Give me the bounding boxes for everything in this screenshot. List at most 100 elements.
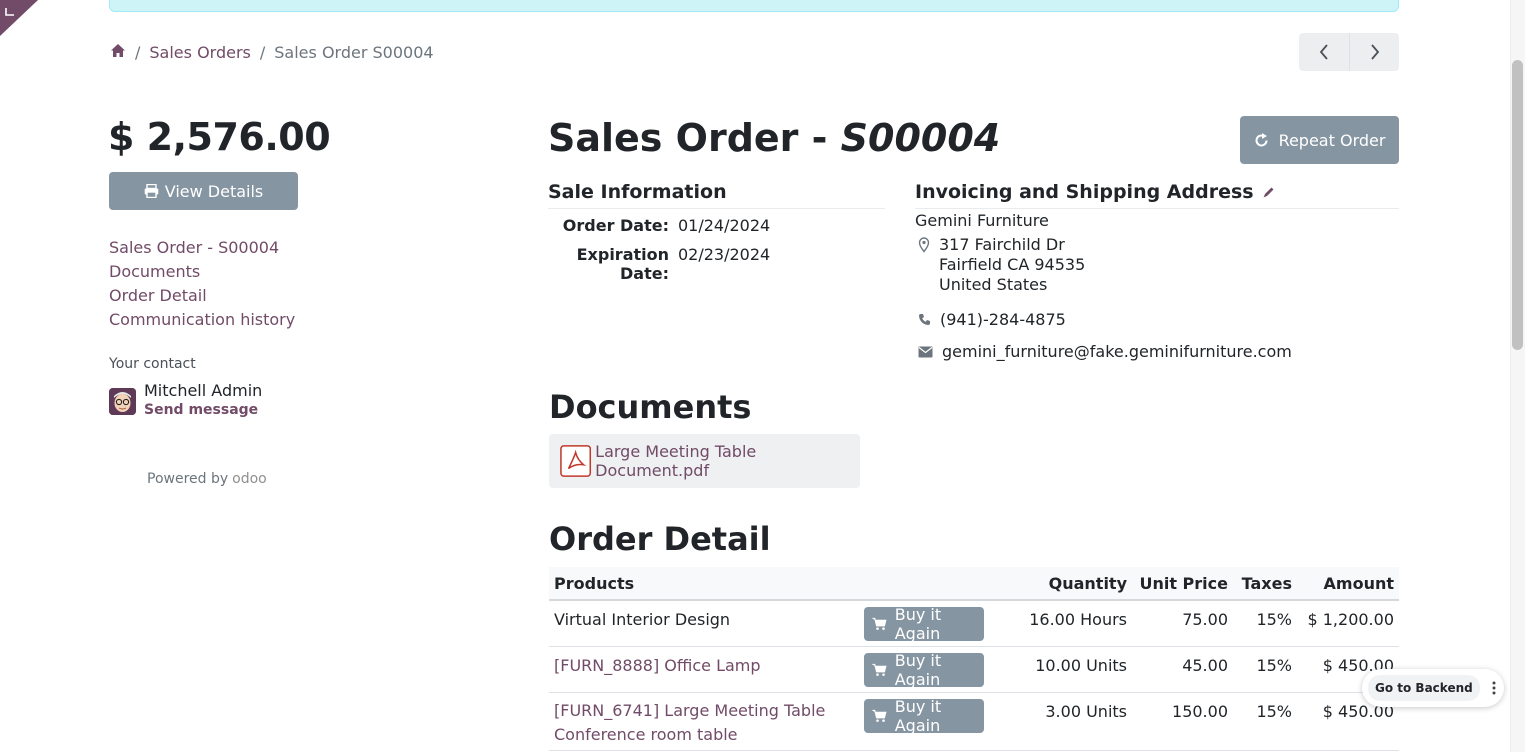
tax-value: 15% (1233, 646, 1297, 693)
unit-price-value: 45.00 (1132, 646, 1233, 693)
scrollbar-thumb[interactable] (1512, 60, 1523, 350)
pencil-icon[interactable] (1262, 186, 1275, 199)
buy-again-button[interactable]: Buy it Again (864, 696, 984, 735)
record-pager (1299, 33, 1399, 71)
breadcrumb-separator: / (135, 42, 141, 62)
order-date-row: Order Date: 01/24/2024 (548, 216, 770, 235)
product-link[interactable]: [FURN_8888] Office Lamp (549, 646, 859, 693)
document-filename[interactable]: Large Meeting Table Document.pdf (595, 442, 860, 480)
column-header-products: Products (549, 567, 859, 601)
tax-value: 15% (1233, 600, 1297, 647)
page-title: Sales Order - S00004 (548, 116, 1000, 160)
address-block: 317 Fairchild Dr Fairfield CA 94535 Unit… (918, 235, 1085, 295)
top-alert-banner (109, 0, 1399, 12)
corner-ribbon (0, 0, 38, 36)
breadcrumb-separator: / (259, 42, 266, 62)
previous-record-button[interactable] (1299, 33, 1349, 71)
address-heading-label: Invoicing and Shipping Address (915, 181, 1254, 203)
chevron-left-icon (1319, 44, 1328, 60)
sidebar-link-communication-history[interactable]: Communication history (109, 308, 295, 332)
repeat-order-label: Repeat Order (1278, 130, 1386, 150)
page-title-prefix: Sales Order - (548, 116, 841, 160)
cart-icon (872, 617, 887, 630)
breadcrumb: / Sales Orders / Sales Order S00004 (110, 42, 434, 62)
address-line-street: 317 Fairchild Dr (939, 235, 1065, 254)
sidebar-link-order-detail[interactable]: Order Detail (109, 284, 295, 308)
envelope-icon (918, 346, 933, 357)
next-record-button[interactable] (1349, 33, 1399, 71)
email-value: gemini_furniture@fake.geminifurniture.co… (942, 342, 1292, 361)
table-header-row: Products Quantity Unit Price Taxes Amoun… (549, 567, 1399, 601)
powered-by: Powered by odoo (147, 471, 267, 487)
documents-heading: Documents (549, 388, 752, 426)
printer-icon (144, 184, 159, 198)
odoo-logo[interactable]: odoo (232, 471, 267, 487)
buy-again-button[interactable]: Buy it Again (864, 650, 984, 689)
breadcrumb-sales-orders[interactable]: Sales Orders (149, 43, 250, 62)
column-header-quantity: Quantity (989, 567, 1132, 601)
phone-icon (919, 314, 930, 325)
refresh-icon (1255, 132, 1268, 146)
kebab-menu-icon[interactable] (1486, 680, 1502, 696)
product-cell: [FURN_6741] Large Meeting Table Conferen… (549, 692, 859, 751)
order-date-value: 01/24/2024 (678, 216, 771, 235)
unit-price-value: 75.00 (1132, 600, 1233, 647)
contact-name: Mitchell Admin (144, 381, 263, 400)
home-icon[interactable] (110, 43, 126, 62)
sidebar-nav: Sales Order - S00004 Documents Order Det… (109, 236, 295, 332)
your-contact-label: Your contact (109, 356, 196, 372)
send-message-link[interactable]: Send message (144, 402, 258, 418)
column-header-taxes: Taxes (1233, 567, 1297, 601)
address-heading: Invoicing and Shipping Address (915, 181, 1399, 209)
repeat-order-button[interactable]: Repeat Order (1240, 116, 1399, 164)
column-header-amount: Amount (1297, 567, 1399, 601)
partner-name: Gemini Furniture (915, 211, 1049, 230)
expiration-date-value: 02/23/2024 (678, 245, 771, 264)
amount-value: $ 1,200.00 (1297, 600, 1399, 647)
buy-again-cell: Buy it Again (859, 646, 989, 693)
address-line-city: Fairfield CA 94535 (939, 255, 1086, 274)
expiration-date-row: Expiration Date: 02/23/2024 (548, 245, 771, 283)
table-row: Virtual Interior Design Buy it Again 16.… (549, 600, 1399, 647)
sidebar-link-documents[interactable]: Documents (109, 260, 295, 284)
order-detail-heading: Order Detail (549, 520, 771, 558)
email-row: gemini_furniture@fake.geminifurniture.co… (918, 342, 1292, 361)
column-header-unit-price: Unit Price (1132, 567, 1233, 601)
buy-again-label: Buy it Again (894, 605, 942, 643)
pdf-file-icon (560, 445, 592, 477)
view-details-button[interactable]: View Details (109, 172, 298, 210)
buy-again-button[interactable]: Buy it Again (864, 605, 984, 643)
phone-row: (941)-284-4875 (918, 310, 1066, 329)
table-row: [FURN_6741] Large Meeting Table Conferen… (549, 692, 1399, 751)
order-total-amount: $ 2,576.00 (108, 115, 331, 159)
product-description: Conference room table (554, 724, 738, 744)
order-date-label: Order Date: (562, 216, 669, 235)
order-lines-table: Products Quantity Unit Price Taxes Amoun… (549, 567, 1399, 751)
breadcrumb-current: Sales Order S00004 (274, 42, 434, 62)
go-to-backend-button[interactable]: Go to Backend (1368, 675, 1480, 701)
expiration-date-label: Expiration Date: (576, 245, 669, 283)
cart-icon (872, 663, 887, 676)
column-header-buy (859, 567, 989, 601)
buy-again-label: Buy it Again (894, 650, 942, 689)
powered-by-label: Powered by (147, 471, 229, 487)
buy-again-cell: Buy it Again (859, 600, 989, 647)
tax-value: 15% (1233, 692, 1297, 751)
sidebar-link-sales-order[interactable]: Sales Order - S00004 (109, 236, 295, 260)
address-line-country: United States (939, 275, 1048, 294)
document-attachment[interactable]: Large Meeting Table Document.pdf (549, 434, 860, 488)
table-row: [FURN_8888] Office Lamp Buy it Again 10.… (549, 646, 1399, 693)
page-title-ref: S00004 (840, 116, 1001, 160)
chevron-right-icon (1370, 44, 1379, 60)
sale-information-heading: Sale Information (548, 181, 885, 209)
product-link[interactable]: [FURN_6741] Large Meeting Table (554, 699, 854, 723)
map-marker-icon (918, 237, 930, 253)
view-details-label: View Details (164, 181, 264, 201)
quantity-value: 10.00 Units (989, 646, 1132, 693)
buy-again-label: Buy it Again (894, 696, 942, 735)
unit-price-value: 150.00 (1132, 692, 1233, 751)
product-name: Virtual Interior Design (549, 600, 859, 647)
quantity-value: 3.00 Units (989, 692, 1132, 751)
phone-value: (941)-284-4875 (940, 310, 1066, 329)
buy-again-cell: Buy it Again (859, 692, 989, 751)
